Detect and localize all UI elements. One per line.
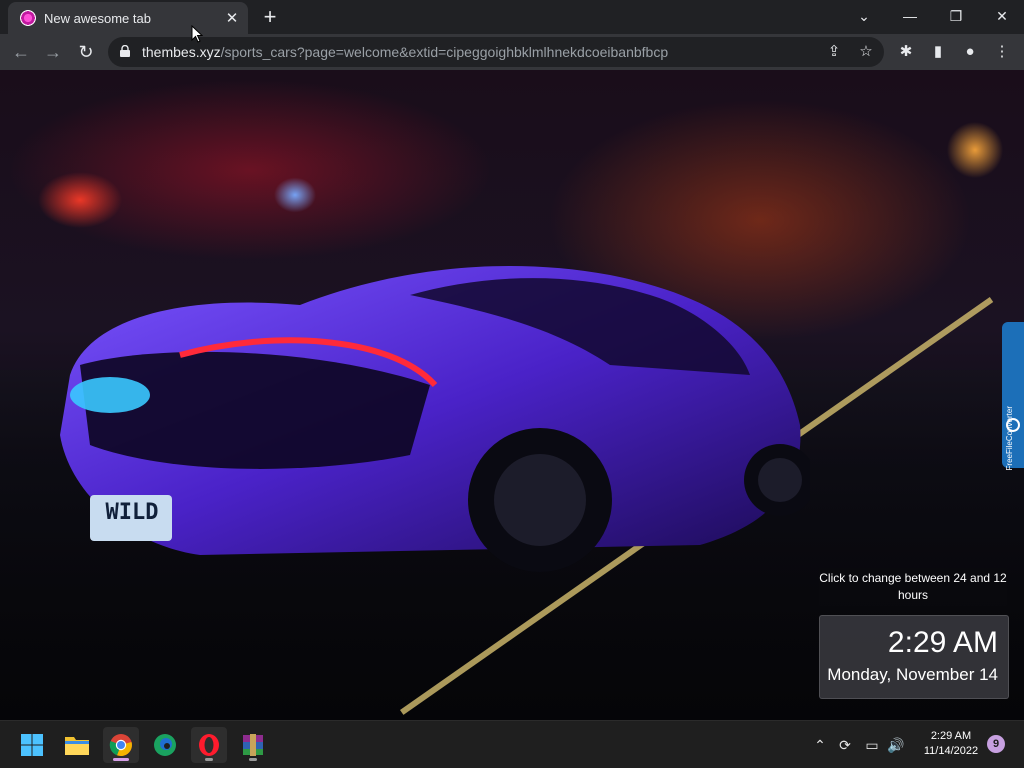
- tab-search-button[interactable]: ⌄: [848, 4, 880, 28]
- extensions-icon[interactable]: ✱: [896, 42, 916, 62]
- windows-logo-icon: [21, 734, 43, 756]
- bookmark-star-icon[interactable]: ☆: [856, 42, 876, 62]
- tab-new-awesome-tab[interactable]: New awesome tab ✕: [8, 2, 248, 34]
- new-tab-button[interactable]: +: [258, 6, 282, 30]
- clock-time: 2:29 AM: [887, 626, 998, 659]
- chrome-icon: [109, 734, 132, 757]
- tab-favicon-icon: [20, 10, 36, 26]
- close-window-button[interactable]: ✕: [986, 4, 1018, 28]
- wallpaper-page: WILD FreeFileConverter Click to change b…: [0, 70, 1024, 720]
- tab-strip: New awesome tab ✕ + ⌄ — ❐ ✕: [0, 0, 1024, 34]
- url-path: /sports_cars?page=welcome&extid=cipeggoi…: [220, 44, 669, 60]
- forward-button[interactable]: →: [41, 40, 65, 64]
- license-plate-text: WILD: [105, 500, 159, 525]
- taskbar-winrar[interactable]: [235, 727, 271, 763]
- volume-icon[interactable]: 🔊: [886, 735, 906, 755]
- mouse-cursor-icon: [191, 25, 203, 43]
- sports-car-image: [60, 266, 810, 572]
- running-app-indicator: [249, 758, 257, 761]
- show-hidden-icons-chevron-icon[interactable]: ⌃: [810, 735, 830, 755]
- clock-format-hint: Click to change between 24 and 12 hours: [819, 568, 1007, 606]
- running-app-indicator: [205, 758, 213, 761]
- taskbar-edge[interactable]: [147, 727, 183, 763]
- freefileconverter-icon: [1006, 418, 1020, 432]
- lock-icon[interactable]: [120, 45, 130, 57]
- opera-icon: [199, 734, 219, 756]
- restore-button[interactable]: ❐: [940, 4, 972, 28]
- reload-button[interactable]: ↻: [74, 40, 98, 64]
- taskbar-opera[interactable]: [191, 727, 227, 763]
- taskbar-date: 11/14/2022: [923, 745, 979, 757]
- share-icon[interactable]: ⇪: [824, 42, 844, 62]
- side-tab-label: FreeFileConverter: [1005, 406, 1014, 471]
- taskbar-chrome[interactable]: [103, 727, 139, 763]
- url-text[interactable]: thembes.xyz/sports_cars?page=welcome&ext…: [142, 44, 668, 60]
- tab-close-icon[interactable]: ✕: [224, 9, 240, 27]
- url-host: thembes.xyz: [142, 44, 221, 60]
- windows-taskbar: ⌃ ⟳ ▭ 🔊 2:29 AM 11/14/2022 9: [0, 720, 1024, 768]
- start-button[interactable]: [14, 727, 50, 763]
- address-bar[interactable]: thembes.xyz/sports_cars?page=welcome&ext…: [108, 37, 884, 67]
- back-button[interactable]: ←: [9, 40, 33, 64]
- folder-icon: [65, 737, 89, 755]
- winrar-icon: [243, 734, 263, 756]
- active-app-indicator: [113, 758, 129, 761]
- clock-widget[interactable]: 2:29 AM Monday, November 14: [819, 615, 1009, 699]
- edge-icon: [154, 734, 176, 756]
- taskbar-file-explorer[interactable]: [59, 727, 95, 763]
- minimize-button[interactable]: —: [894, 4, 926, 28]
- chrome-menu-icon[interactable]: ⋮: [992, 42, 1012, 62]
- sync-icon[interactable]: ⟳: [835, 735, 855, 755]
- notification-badge[interactable]: 9: [987, 735, 1005, 753]
- clock-date: Monday, November 14: [827, 665, 998, 684]
- freefileconverter-side-tab[interactable]: FreeFileConverter: [1002, 322, 1024, 471]
- tab-title: New awesome tab: [44, 10, 151, 26]
- profile-icon[interactable]: ●: [960, 42, 980, 62]
- side-panel-icon[interactable]: ▮: [928, 42, 948, 62]
- network-icon[interactable]: ▭: [862, 735, 882, 755]
- browser-toolbar: ← → ↻ thembes.xyz/sports_cars?page=welco…: [0, 34, 1024, 70]
- taskbar-clock[interactable]: 2:29 AM 11/14/2022: [918, 729, 984, 759]
- taskbar-time: 2:29 AM: [930, 730, 972, 742]
